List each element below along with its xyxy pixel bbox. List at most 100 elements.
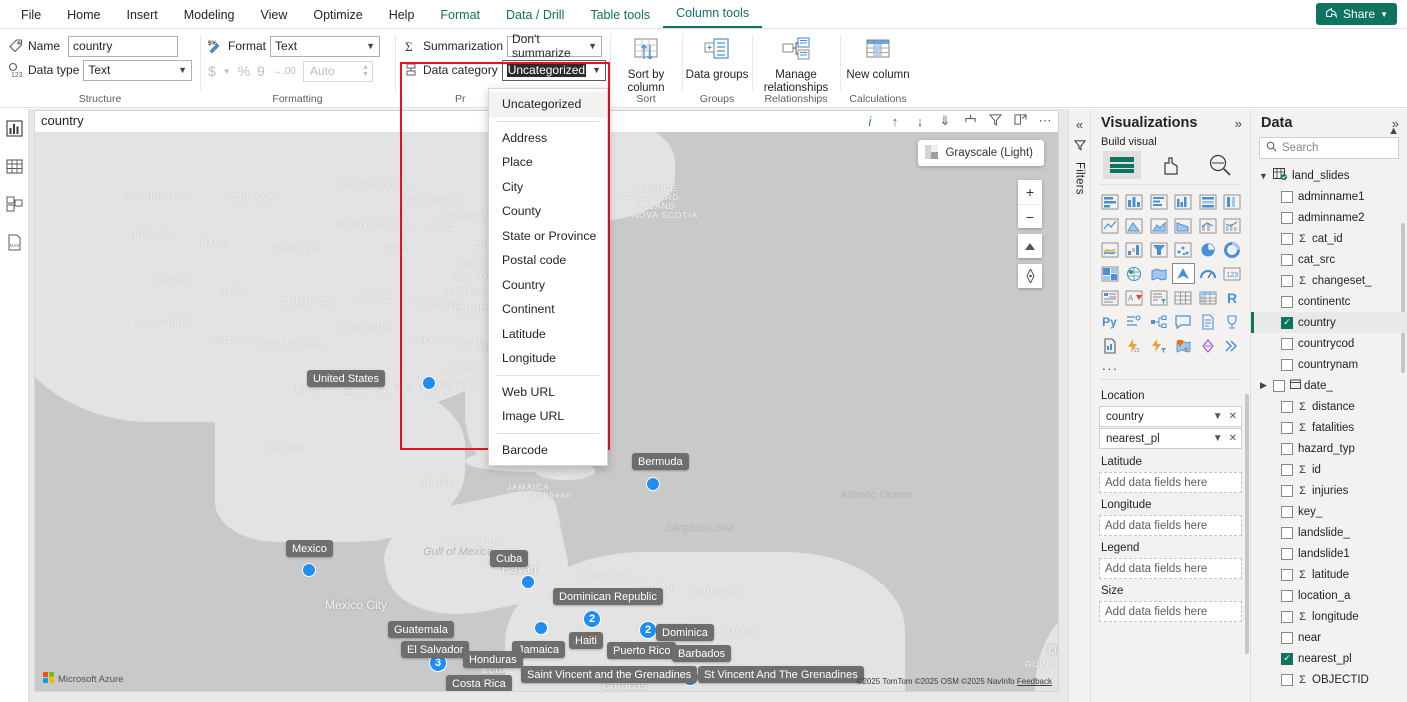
dropdown-item-address[interactable]: Address [489, 126, 607, 151]
more-options-icon[interactable]: ⋯ [1038, 113, 1052, 129]
field-row-key_[interactable]: key_ [1251, 501, 1407, 522]
viz-100-stacked-bar-chart-icon[interactable] [1196, 191, 1219, 212]
viz-ribbon-chart-icon[interactable] [1098, 239, 1121, 260]
format-select[interactable]: Text ▼ [270, 36, 380, 57]
search-input[interactable]: Search [1259, 137, 1399, 159]
decimal-places-button[interactable]: →.00 [272, 66, 296, 77]
data-category-select[interactable]: Uncategorized ▼ [502, 60, 606, 81]
field-checkbox[interactable] [1281, 485, 1293, 497]
name-input[interactable] [68, 36, 178, 57]
well-chip-country[interactable]: country▼✕ [1099, 406, 1242, 427]
field-row-distance[interactable]: Σdistance [1251, 396, 1407, 417]
data-groups-button[interactable]: Data groups [682, 34, 752, 82]
field-row-OBJECTID[interactable]: ΣOBJECTID [1251, 669, 1407, 690]
map-location-pill[interactable]: United States [307, 370, 385, 387]
ribbon-tab-data-drill[interactable]: Data / Drill [493, 3, 577, 28]
tab-format-visual[interactable] [1152, 151, 1190, 179]
field-row-countrynam[interactable]: countrynam [1251, 354, 1407, 375]
map-location-pill[interactable]: Puerto Rico [607, 642, 676, 659]
well-dropzone-legend[interactable]: Add data fields here [1099, 558, 1242, 579]
chevron-down-icon[interactable]: ▼ [1213, 411, 1223, 422]
map-data-point[interactable] [521, 575, 535, 589]
chevron-right-icon[interactable]: ▶ [1259, 380, 1268, 391]
pitch-icon[interactable] [1018, 234, 1042, 258]
viz-power-apps-icon[interactable] [1147, 335, 1170, 356]
viz-multi-row-card-icon[interactable] [1098, 287, 1121, 308]
dropdown-item-web-url[interactable]: Web URL [489, 380, 607, 405]
map-location-pill[interactable]: Dominican Republic [553, 588, 663, 605]
data-table-land_slides[interactable]: ▼land_slides [1251, 165, 1407, 186]
field-row-continentc[interactable]: continentc [1251, 291, 1407, 312]
map-location-pill[interactable]: Dominica [656, 624, 714, 641]
viz-python-script-icon[interactable]: Py [1098, 311, 1121, 332]
field-checkbox[interactable] [1281, 233, 1293, 245]
well-dropzone-size[interactable]: Add data fields here [1099, 601, 1242, 622]
viz-table-icon[interactable] [1172, 287, 1195, 308]
field-row-hazard_typ[interactable]: hazard_typ [1251, 438, 1407, 459]
dropdown-item-county[interactable]: County [489, 199, 607, 224]
new-column-button[interactable]: New column [843, 34, 913, 82]
decimal-places-stepper[interactable]: Auto ▲▼ [303, 61, 373, 82]
field-row-adminname2[interactable]: adminname2 [1251, 207, 1407, 228]
sidebar-item-report-view[interactable] [3, 117, 25, 139]
collapse-ribbon-icon[interactable]: ▲ [1388, 125, 1399, 137]
viz-paginated-report-icon[interactable] [1098, 335, 1121, 356]
viz-area-chart-icon[interactable] [1123, 215, 1146, 236]
filters-pane-collapsed[interactable]: « Filters [1068, 109, 1090, 702]
field-row-latitude[interactable]: Σlatitude [1251, 564, 1407, 585]
map-location-pill[interactable]: Cuba [490, 550, 528, 567]
map-location-pill[interactable]: Bermuda [632, 453, 689, 470]
data-category-dropdown-menu[interactable]: UncategorizedAddressPlaceCityCountyState… [488, 88, 608, 466]
map-cluster-bubble[interactable]: 2 [583, 610, 601, 628]
dropdown-item-uncategorized[interactable]: Uncategorized [489, 92, 607, 117]
field-checkbox[interactable] [1281, 359, 1293, 371]
compass-icon[interactable] [1018, 264, 1042, 288]
field-row-near[interactable]: near [1251, 627, 1407, 648]
filter-icon[interactable] [988, 114, 1002, 129]
field-row-landslide1[interactable]: landslide1 [1251, 543, 1407, 564]
viz-donut-chart-icon[interactable] [1221, 239, 1244, 260]
field-row-nearest_pl[interactable]: ✓nearest_pl [1251, 648, 1407, 669]
viz-treemap-icon[interactable] [1098, 263, 1121, 284]
map-feedback-link[interactable]: Feedback [1017, 677, 1052, 686]
field-checkbox[interactable] [1281, 275, 1293, 287]
field-checkbox[interactable] [1281, 611, 1293, 623]
map-location-pill[interactable]: Saint Vincent and the Grenadines [521, 666, 697, 683]
chevron-down-icon[interactable]: ▼ [1259, 171, 1268, 181]
well-chip-nearest_pl[interactable]: nearest_pl▼✕ [1099, 428, 1242, 449]
viz-slicer-icon[interactable] [1147, 287, 1170, 308]
map-location-pill[interactable]: Haiti [569, 632, 603, 649]
viz-line-and-clustered-column-chart-icon[interactable] [1221, 215, 1244, 236]
field-row-date_[interactable]: ▶date_ [1251, 375, 1407, 396]
viz-stacked-bar-chart-icon[interactable] [1098, 191, 1121, 212]
viz-scatter-chart-icon[interactable] [1172, 239, 1195, 260]
viz-pie-chart-icon[interactable] [1196, 239, 1219, 260]
info-icon[interactable]: i [863, 114, 877, 129]
dropdown-item-continent[interactable]: Continent [489, 297, 607, 322]
expand-filters-icon[interactable]: « [1076, 117, 1083, 132]
viz-narrative-icon[interactable] [1196, 311, 1219, 332]
sidebar-item-dax-query-view[interactable]: DAX [3, 231, 25, 253]
drill-mode-icon[interactable] [963, 113, 977, 129]
viz-100-stacked-area-chart-icon[interactable] [1172, 215, 1195, 236]
viz-stacked-column-chart-icon[interactable] [1123, 191, 1146, 212]
dropdown-item-barcode[interactable]: Barcode [489, 438, 607, 463]
viz-clustered-column-chart-icon[interactable] [1172, 191, 1195, 212]
expand-all-icon[interactable]: ⇓ [938, 113, 952, 129]
ribbon-tab-home[interactable]: Home [54, 3, 113, 28]
map-location-pill[interactable]: El Salvador [401, 641, 469, 658]
field-row-country[interactable]: ✓country [1251, 312, 1407, 333]
ribbon-tab-view[interactable]: View [248, 3, 301, 28]
field-row-changeset_[interactable]: Σchangeset_ [1251, 270, 1407, 291]
viz-map-icon[interactable] [1123, 263, 1146, 284]
field-checkbox[interactable] [1281, 464, 1293, 476]
map-location-pill[interactable]: Barbados [672, 645, 731, 662]
share-button[interactable]: Share ▼ [1316, 3, 1397, 25]
field-row-landslide_[interactable]: landslide_ [1251, 522, 1407, 543]
close-icon[interactable]: ✕ [1229, 433, 1237, 444]
viz-custom-visual-chevrons-icon[interactable] [1221, 335, 1244, 356]
map-location-pill[interactable]: Mexico [286, 540, 333, 557]
ribbon-tab-table-tools[interactable]: Table tools [577, 3, 663, 28]
tab-analytics[interactable] [1201, 151, 1239, 179]
field-checkbox[interactable] [1281, 443, 1293, 455]
